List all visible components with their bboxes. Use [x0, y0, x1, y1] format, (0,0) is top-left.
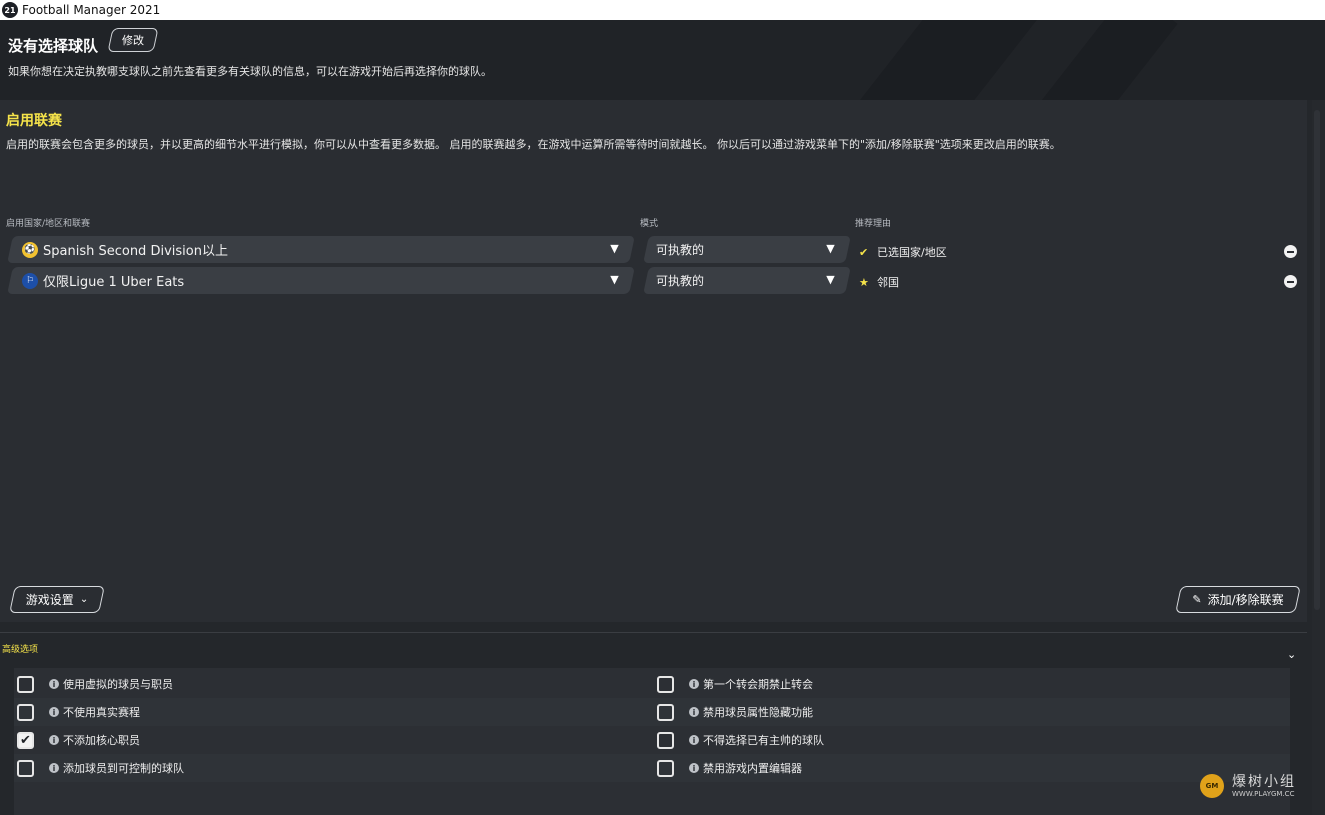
chevron-down-icon: ▼ — [609, 273, 619, 286]
leagues-panel: 启用联赛 启用的联赛会包含更多的球员，并以更高的细节水平进行模拟，你可以从中查看… — [0, 100, 1307, 622]
watermark-sun-icon: GM — [1200, 774, 1224, 798]
spain-league-icon: ⚽ — [22, 241, 38, 258]
league-select-spain[interactable]: ⚽ Spanish Second Division以上 ▼ — [7, 236, 635, 263]
header-description: 如果你想在决定执教哪支球队之前先查看更多有关球队的信息，可以在游戏开始后再选择你… — [8, 65, 492, 78]
advanced-options-title: 高级选项 — [2, 645, 39, 655]
info-icon[interactable]: i — [689, 735, 699, 745]
chevron-down-icon: ▼ — [609, 242, 619, 255]
scrollbar[interactable] — [1312, 100, 1325, 815]
league-select-label: Spanish Second Division以上 — [43, 244, 228, 259]
reason-spain: ✔ 已选国家/地区 — [859, 244, 947, 260]
window-title-bar: 21 Football Manager 2021 — [0, 0, 1325, 20]
info-icon[interactable]: i — [49, 735, 59, 745]
option-label: 禁用球员属性隐藏功能 — [703, 706, 813, 719]
mode-select-label: 可执教的 — [656, 274, 705, 288]
option-fake-players[interactable]: i 使用虚拟的球员与职员 — [14, 670, 654, 698]
info-icon[interactable]: i — [689, 679, 699, 689]
option-no-first-window[interactable]: i 第一个转会期禁止转会 — [654, 670, 1290, 698]
watermark-name: 爆树小组 — [1232, 773, 1296, 790]
mode-select-label: 可执教的 — [656, 243, 705, 257]
game-settings-label: 游戏设置 — [25, 593, 74, 607]
option-label: 第一个转会期禁止转会 — [703, 678, 813, 691]
check-icon: ✔ — [859, 245, 869, 259]
checkbox[interactable] — [657, 731, 674, 749]
option-no-managed-teams[interactable]: i 不得选择已有主帅的球队 — [654, 726, 1290, 754]
option-disable-attribute-masking[interactable]: i 禁用球员属性隐藏功能 — [654, 698, 1290, 726]
window-title: Football Manager 2021 — [22, 3, 161, 17]
app-logo-icon: 21 — [2, 2, 18, 18]
column-header-league: 启用国家/地区和联赛 — [6, 219, 91, 229]
mode-select-france[interactable]: 可执教的 ▼ — [643, 267, 851, 294]
option-no-key-staff[interactable]: ✔ i 不添加核心职员 — [14, 726, 654, 754]
header-decoration — [809, 20, 1041, 100]
league-select-label: 仅限Ligue 1 Uber Eats — [43, 275, 185, 290]
info-icon[interactable]: i — [49, 707, 59, 717]
page-title: 没有选择球队 — [8, 37, 99, 55]
mode-select-spain[interactable]: 可执教的 ▼ — [643, 236, 851, 263]
checkbox[interactable] — [657, 759, 674, 777]
pencil-icon: ✎ — [1192, 593, 1202, 606]
checkmark-icon: ✔ — [20, 732, 31, 748]
scrollbar-thumb[interactable] — [1314, 110, 1320, 610]
reason-france: ★ 邻国 — [859, 274, 899, 290]
game-settings-button[interactable]: 游戏设置 ⌄ — [9, 586, 105, 613]
add-remove-leagues-button[interactable]: ✎ 添加/移除联赛 — [1175, 586, 1301, 613]
add-remove-leagues-label: 添加/移除联赛 — [1207, 593, 1284, 607]
option-label: 不添加核心职员 — [63, 734, 140, 747]
checkbox[interactable] — [17, 703, 34, 721]
remove-league-button[interactable] — [1284, 245, 1297, 258]
column-header-reason: 推荐理由 — [855, 219, 892, 229]
star-icon: ★ — [859, 275, 869, 289]
chevron-down-icon: ▼ — [825, 273, 835, 286]
info-icon[interactable]: i — [689, 707, 699, 717]
chevron-down-icon: ⌄ — [79, 594, 89, 605]
watermark-url: WWW.PLAYGM.CC — [1232, 789, 1295, 798]
option-label: 不得选择已有主帅的球队 — [703, 734, 824, 747]
option-label: 添加球员到可控制的球队 — [63, 762, 184, 775]
watermark: GM 爆树小组 WWW.PLAYGM.CC — [1200, 774, 1296, 798]
reason-label: 邻国 — [877, 276, 899, 289]
checkbox[interactable] — [657, 703, 674, 721]
checkbox[interactable] — [17, 759, 34, 777]
section-description: 启用的联赛会包含更多的球员，并以更高的细节水平进行模拟，你可以从中查看更多数据。… — [6, 138, 1061, 151]
chevron-down-icon: ▼ — [825, 242, 835, 255]
info-icon[interactable]: i — [49, 763, 59, 773]
team-header: 没有选择球队 修改 如果你想在决定执教哪支球队之前先查看更多有关球队的信息，可以… — [0, 20, 1325, 100]
option-no-real-fixtures[interactable]: i 不使用真实赛程 — [14, 698, 654, 726]
league-select-france[interactable]: ⚐ 仅限Ligue 1 Uber Eats ▼ — [7, 267, 635, 294]
remove-league-button[interactable] — [1284, 275, 1297, 288]
option-add-players[interactable]: i 添加球员到可控制的球队 — [14, 754, 654, 782]
edit-team-button[interactable]: 修改 — [107, 28, 159, 52]
option-label: 不使用真实赛程 — [63, 706, 140, 719]
collapse-chevron-icon[interactable]: ⌄ — [1287, 648, 1296, 661]
advanced-options: 高级选项 ⌄ i 使用虚拟的球员与职员 i 不使用真实赛程 ✔ i 不添加核心职… — [0, 632, 1307, 815]
reason-label: 已选国家/地区 — [877, 246, 947, 259]
france-league-icon: ⚐ — [22, 272, 38, 289]
info-icon[interactable]: i — [49, 679, 59, 689]
checkbox-checked[interactable]: ✔ — [17, 731, 34, 749]
section-title: 启用联赛 — [6, 113, 62, 129]
option-disable-editor[interactable]: i 禁用游戏内置编辑器 — [654, 754, 1290, 782]
column-header-mode: 模式 — [640, 219, 659, 229]
checkbox[interactable] — [17, 675, 34, 693]
advanced-options-box: i 使用虚拟的球员与职员 i 不使用真实赛程 ✔ i 不添加核心职员 i 添加球… — [14, 668, 1290, 815]
option-label: 使用虚拟的球员与职员 — [63, 678, 173, 691]
edit-team-label: 修改 — [122, 34, 144, 47]
checkbox[interactable] — [657, 675, 674, 693]
info-icon[interactable]: i — [689, 763, 699, 773]
option-label: 禁用游戏内置编辑器 — [703, 762, 802, 775]
